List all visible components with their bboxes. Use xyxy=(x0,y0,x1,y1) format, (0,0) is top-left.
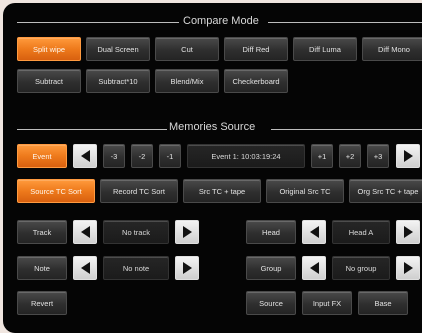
head-button[interactable]: Head xyxy=(246,220,296,244)
head-prev-button[interactable] xyxy=(302,220,326,244)
plus-1-button[interactable]: +1 xyxy=(311,144,333,168)
plus-3-button[interactable]: +3 xyxy=(367,144,389,168)
arrow-left-icon xyxy=(80,150,90,162)
track-prev-button[interactable] xyxy=(73,220,97,244)
diff-red-button[interactable]: Diff Red xyxy=(224,37,288,61)
org-src-tc-tape-button[interactable]: Org Src TC + tape xyxy=(349,179,422,203)
compare-mode-title: Compare Mode xyxy=(183,15,259,27)
original-src-tc-button[interactable]: Original Src TC xyxy=(266,179,344,203)
memories-rule-right xyxy=(271,129,422,130)
minus-2-button[interactable]: -2 xyxy=(131,144,153,168)
record-tc-sort-button[interactable]: Record TC Sort xyxy=(100,179,178,203)
compare-panel: Compare Mode Split wipe Dual Screen Cut … xyxy=(3,3,422,333)
memories-rule-left xyxy=(17,129,167,130)
event-display: Event 1: 10:03:19:24 xyxy=(187,144,305,168)
arrow-left-icon xyxy=(80,226,90,238)
event-button[interactable]: Event xyxy=(17,144,67,168)
group-next-button[interactable] xyxy=(396,256,420,280)
note-prev-button[interactable] xyxy=(73,256,97,280)
input-fx-button[interactable]: Input FX xyxy=(302,291,352,315)
base-button[interactable]: Base xyxy=(358,291,408,315)
arrow-right-icon xyxy=(182,226,192,238)
diff-mono-button[interactable]: Diff Mono xyxy=(362,37,422,61)
diff-luma-button[interactable]: Diff Luma xyxy=(293,37,357,61)
note-display: No note xyxy=(103,256,169,280)
plus-2-button[interactable]: +2 xyxy=(339,144,361,168)
split-wipe-button[interactable]: Split wipe xyxy=(17,37,81,61)
arrow-left-icon xyxy=(309,262,319,274)
src-tc-tape-button[interactable]: Src TC + tape xyxy=(183,179,261,203)
header-rule-left xyxy=(17,22,179,23)
cut-button[interactable]: Cut xyxy=(155,37,219,61)
minus-1-button[interactable]: -1 xyxy=(159,144,181,168)
track-display: No track xyxy=(103,220,169,244)
arrow-right-icon xyxy=(403,262,413,274)
checkerboard-button[interactable]: Checkerboard xyxy=(224,69,288,93)
head-next-button[interactable] xyxy=(396,220,420,244)
blend-mix-button[interactable]: Blend/Mix xyxy=(155,69,219,93)
note-button[interactable]: Note xyxy=(17,256,67,280)
revert-button[interactable]: Revert xyxy=(17,291,67,315)
memories-source-title: Memories Source xyxy=(169,121,256,133)
arrow-right-icon xyxy=(403,150,413,162)
arrow-right-icon xyxy=(182,262,192,274)
minus-3-button[interactable]: -3 xyxy=(103,144,125,168)
arrow-left-icon xyxy=(80,262,90,274)
group-button[interactable]: Group xyxy=(246,256,296,280)
head-display: Head A xyxy=(332,220,390,244)
source-button[interactable]: Source xyxy=(246,291,296,315)
event-next-button[interactable] xyxy=(396,144,420,168)
arrow-left-icon xyxy=(309,226,319,238)
dual-screen-button[interactable]: Dual Screen xyxy=(86,37,150,61)
note-next-button[interactable] xyxy=(175,256,199,280)
track-button[interactable]: Track xyxy=(17,220,67,244)
track-next-button[interactable] xyxy=(175,220,199,244)
header-rule-right xyxy=(268,22,422,23)
subtract-10-button[interactable]: Subtract*10 xyxy=(86,69,150,93)
group-prev-button[interactable] xyxy=(302,256,326,280)
subtract-button[interactable]: Subtract xyxy=(17,69,81,93)
arrow-right-icon xyxy=(403,226,413,238)
group-display: No group xyxy=(332,256,390,280)
event-prev-button[interactable] xyxy=(73,144,97,168)
source-tc-sort-button[interactable]: Source TC Sort xyxy=(17,179,95,203)
